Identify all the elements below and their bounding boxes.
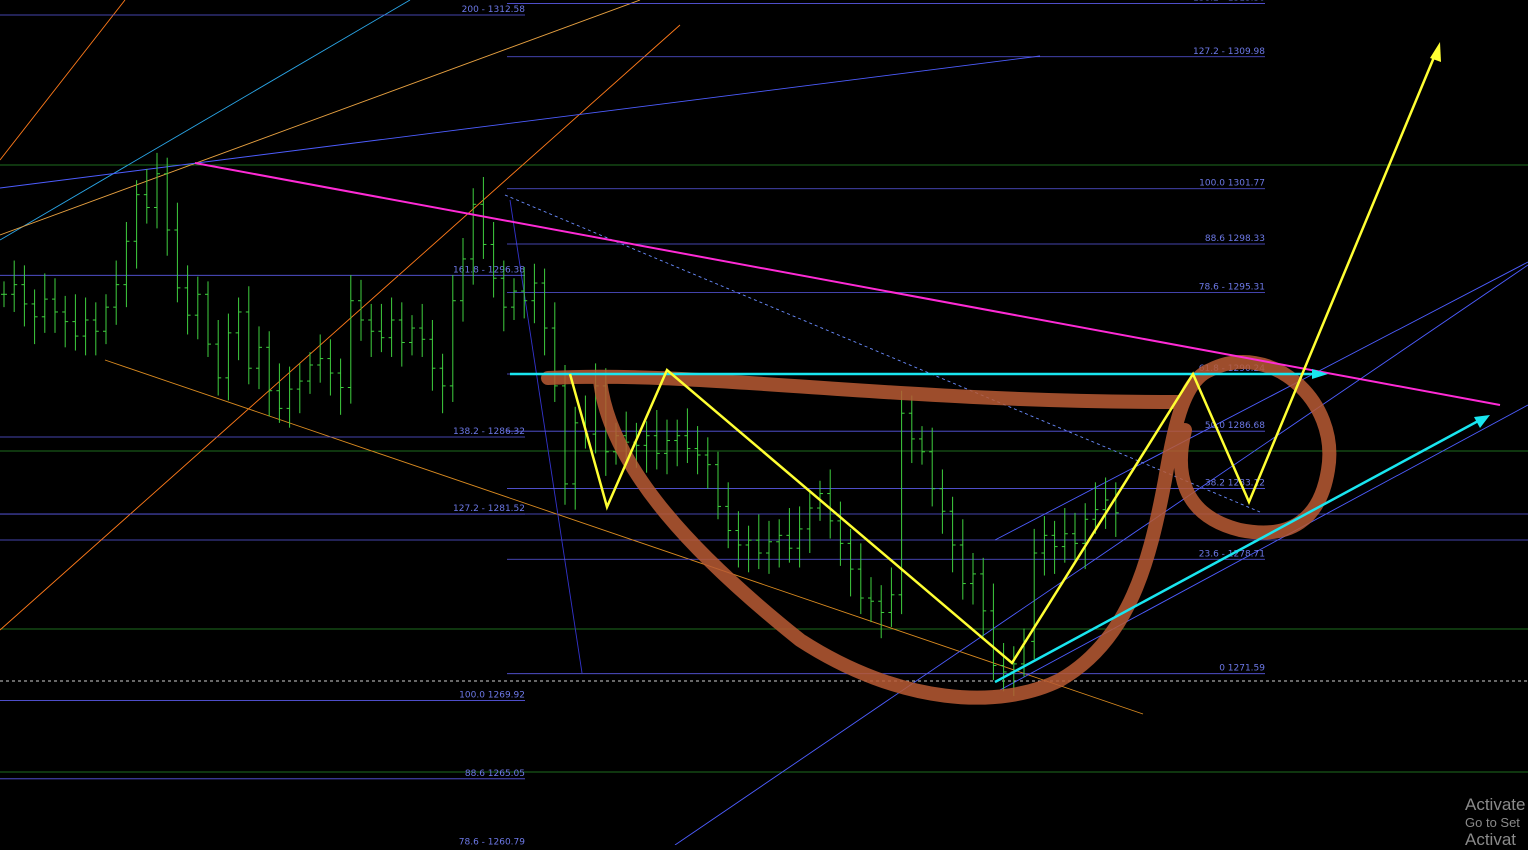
- fib-label-right-3: 88.6 1298.33: [1205, 234, 1265, 244]
- drawn-trendlines: [0, 0, 1528, 845]
- fib-label-left-6: 78.6 - 1260.79: [459, 837, 525, 845]
- activation-title: Activate: [1465, 795, 1526, 814]
- fib-label-right-0: 138.2 - 1313.30: [1193, 0, 1265, 3]
- orange-lower-trendline: [104, 359, 1144, 715]
- dashed-fib-diagonal: [504, 194, 1261, 513]
- activation-title-repeat: Activat: [1465, 830, 1517, 849]
- orange-channel-top: [0, 0, 126, 161]
- activation-subtitle: Go to Set: [1465, 815, 1520, 830]
- fib-label-right-9: 0 1271.59: [1219, 664, 1265, 674]
- fib-label-right-1: 127.2 - 1309.98: [1193, 47, 1265, 57]
- fib-label-left-5: 88.6 1265.05: [465, 769, 525, 779]
- orange-channel-upper: [0, 0, 641, 236]
- price-bars: [1, 152, 1119, 697]
- fib-label-left-3: 127.2 - 1281.52: [453, 504, 525, 514]
- fib-label-left-1: 161.8 - 1296.38: [453, 265, 525, 275]
- pattern-annotations: [194, 42, 1501, 705]
- yellow-path-arrowhead: [1430, 42, 1441, 62]
- price-chart[interactable]: 138.2 - 1313.30 127.2 - 1309.98 100.0 1301…: [0, 0, 1528, 845]
- blue-fan-line: [0, 55, 1041, 189]
- yellow-projected-path: [568, 49, 1439, 665]
- fib-label-left-2: 138.2 - 1286.32: [453, 427, 525, 437]
- fib-label-right-2: 100.0 1301.77: [1199, 179, 1265, 189]
- blue-rising-channel-outer: [999, 404, 1528, 691]
- cyan-channel-line: [0, 0, 411, 241]
- cup-and-handle-outline: [541, 355, 1337, 705]
- fib-label-left-0: 200 - 1312.58: [462, 5, 526, 15]
- windows-activation-watermark: Activate Go to Set Activat: [1465, 795, 1525, 850]
- fib-label-right-4: 78.6 - 1295.31: [1199, 283, 1265, 293]
- fib-label-left-4: 100.0 1269.92: [459, 691, 525, 701]
- orange-channel-mid: [0, 24, 681, 631]
- cyan-support-line: [994, 418, 1481, 684]
- fibonacci-levels: 138.2 - 1313.30 127.2 - 1309.98 100.0 1301…: [0, 0, 1265, 845]
- blue-rising-channel-lower: [674, 264, 1528, 845]
